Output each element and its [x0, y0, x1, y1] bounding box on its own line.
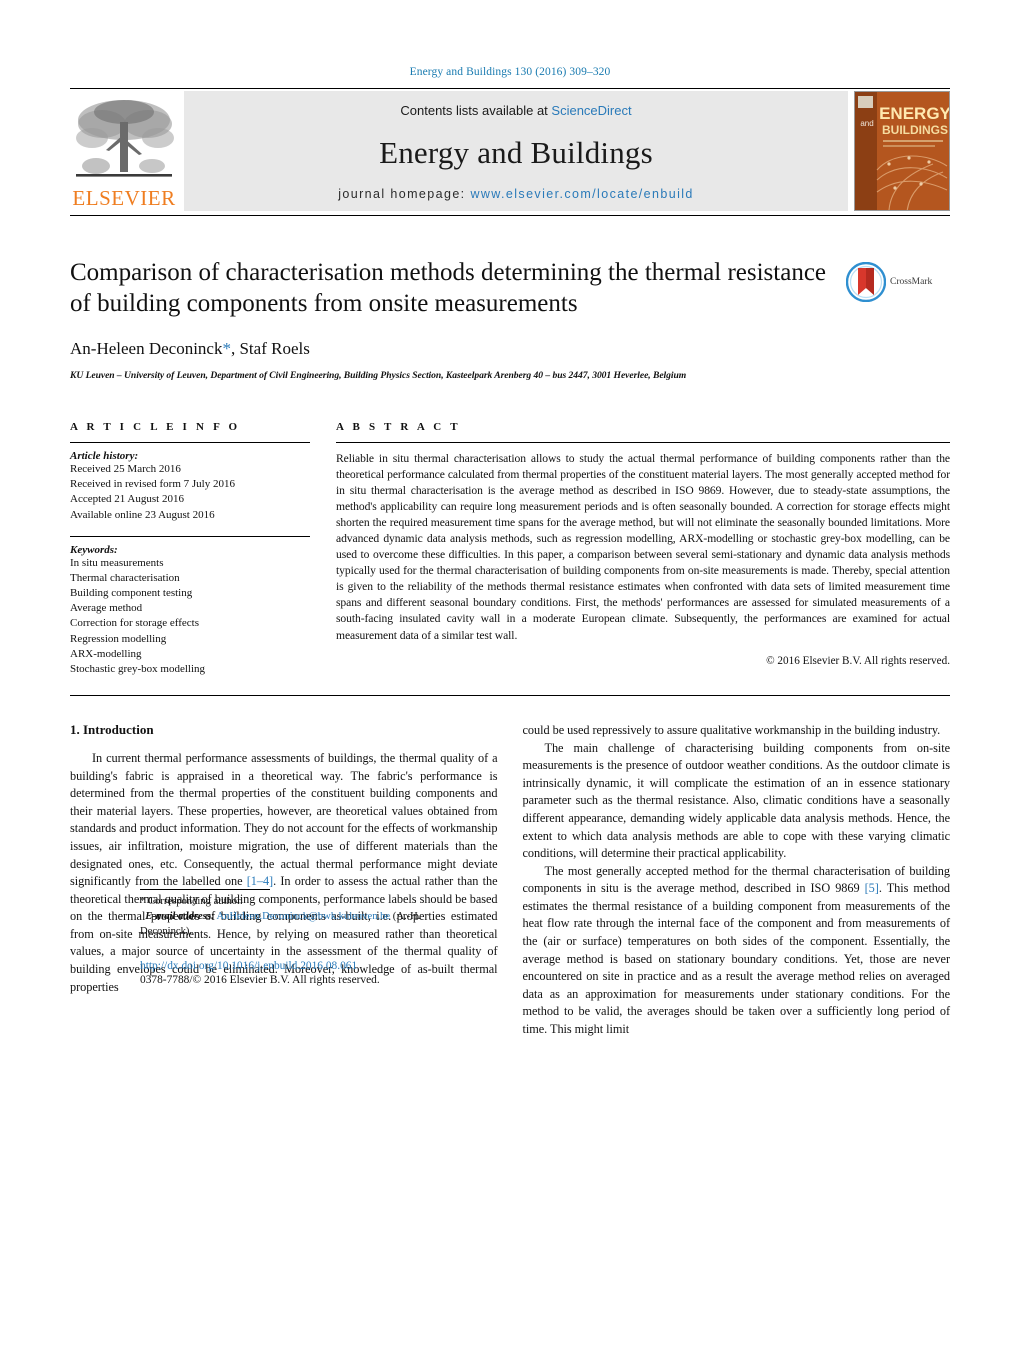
- page-title: Comparison of characterisation methods d…: [70, 259, 827, 317]
- page-footer-left: * Corresponding author. E-mail address: …: [140, 867, 428, 986]
- section-heading-introduction: 1. Introduction: [70, 722, 154, 738]
- keyword-item: Building component testing: [70, 587, 193, 600]
- article-info-column: A R T I C L E I N F O Article history: R…: [70, 421, 310, 677]
- journal-homepage-link[interactable]: www.elsevier.com/locate/enbuild: [470, 187, 693, 201]
- svg-text:ENERGY: ENERGY: [879, 104, 950, 123]
- elsevier-logo: ELSEVIER: [70, 91, 178, 211]
- keywords-rule: [70, 535, 310, 537]
- masthead-bottom-rule: [70, 215, 950, 216]
- affiliation: KU Leuven – University of Leuven, Depart…: [70, 370, 687, 381]
- article-history-item: Received in revised form 7 July 2016: [70, 478, 235, 491]
- doi-block: http://dx.doi.org/10.1016/j.enbuild.2016…: [140, 960, 428, 986]
- keyword-item: Stochastic grey-box modelling: [70, 662, 206, 675]
- corresponding-author-marker: *: [222, 339, 231, 358]
- abstract-heading: A B S T R A C T: [336, 421, 461, 433]
- crossmark-badge[interactable]: CrossMark: [846, 258, 950, 302]
- intro-paragraph-3: The most generally accepted method for t…: [523, 863, 951, 1039]
- article-history-item: Received 25 March 2016: [70, 463, 181, 475]
- article-history-item: Accepted 21 August 2016: [70, 493, 184, 506]
- info-abstract-section: A R T I C L E I N F O Article history: R…: [70, 421, 950, 677]
- crossmark-label: CrossMark: [890, 277, 933, 287]
- author-list: An-Heleen Deconinck*, Staf Roels: [70, 339, 830, 359]
- author-email-link[interactable]: AnHeleen.Deconinck@bwk.kuleuven.be: [217, 911, 391, 922]
- article-info-rule: [70, 442, 310, 443]
- footnote-star: *: [140, 895, 146, 907]
- abstract-bottom-rule: [70, 695, 950, 697]
- journal-cover-thumbnail: and ENERGY BUILDINGS: [854, 91, 950, 211]
- masthead-top-rule: [70, 88, 950, 89]
- keyword-item: ARX-modelling: [70, 647, 142, 660]
- doi-link[interactable]: http://dx.doi.org/10.1016/j.enbuild.2016…: [140, 960, 428, 972]
- crossmark-icon: [846, 262, 886, 302]
- contents-prefix: Contents lists available at: [400, 103, 552, 118]
- homepage-prefix: journal homepage:: [338, 187, 471, 201]
- keyword-item: Average method: [70, 602, 143, 615]
- keyword-item: In situ measurements: [70, 556, 164, 569]
- footnote-corresponding-author: * Corresponding author. E-mail address: …: [140, 895, 428, 939]
- masthead-center-panel: Contents lists available at ScienceDirec…: [184, 91, 848, 211]
- journal-homepage-line: journal homepage: www.elsevier.com/locat…: [338, 187, 694, 201]
- citation-link-5[interactable]: [5]: [865, 881, 879, 895]
- journal-title: Energy and Buildings: [379, 134, 653, 170]
- body-columns: 1. Introduction In current thermal perfo…: [70, 722, 950, 1038]
- email-label: E-mail address:: [145, 910, 215, 922]
- body-column-right: could be used repressively to assure qua…: [523, 722, 951, 1038]
- article-info-heading: A R T I C L E I N F O: [70, 421, 241, 433]
- intro-paragraph-2: The main challenge of characterising bui…: [522, 740, 951, 861]
- contents-available-line: Contents lists available at ScienceDirec…: [400, 103, 631, 118]
- abstract-text: Reliable in situ thermal characterisatio…: [336, 452, 950, 642]
- footnote-corresponding-label: Corresponding author.: [147, 895, 243, 907]
- title-text-column: Comparison of characterisation methods d…: [70, 258, 846, 381]
- running-head: Energy and Buildings 130 (2016) 309–320: [409, 66, 611, 78]
- title-block: Comparison of characterisation methods d…: [70, 258, 950, 381]
- abstract-column: A B S T R A C T Reliable in situ thermal…: [336, 421, 950, 677]
- keywords-label: Keywords:: [70, 543, 118, 556]
- issn-copyright-line: 0378-7788/© 2016 Elsevier B.V. All right…: [140, 974, 380, 987]
- keyword-item: Regression modelling: [70, 632, 167, 645]
- intro-para-3-part-b: . This method estimates the thermal resi…: [522, 881, 951, 1036]
- article-history-item: Available online 23 August 2016: [70, 508, 215, 521]
- body-column-left: 1. Introduction In current thermal perfo…: [70, 722, 498, 1038]
- author-primary: An-Heleen Deconinck: [70, 339, 223, 358]
- svg-text:BUILDINGS: BUILDINGS: [882, 123, 948, 137]
- author-secondary: , Staf Roels: [230, 339, 310, 358]
- sciencedirect-link[interactable]: ScienceDirect: [551, 103, 631, 118]
- article-history-label: Article history:: [70, 450, 139, 462]
- abstract-copyright: © 2016 Elsevier B.V. All rights reserved…: [766, 654, 950, 667]
- journal-masthead: ELSEVIER Contents lists available at Sci…: [70, 91, 950, 211]
- footnote-rule: [140, 888, 270, 890]
- elsevier-wordmark: ELSEVIER: [72, 186, 176, 210]
- journal-article-page: Energy and Buildings 130 (2016) 309–320: [0, 0, 1020, 1351]
- svg-text:and: and: [860, 119, 873, 128]
- keyword-item: Thermal characterisation: [70, 571, 180, 584]
- elsevier-tree-icon: [72, 94, 176, 188]
- keyword-item: Correction for storage effects: [70, 617, 199, 630]
- abstract-rule: [336, 442, 950, 443]
- intro-paragraph-1-continued: could be used repressively to assure qua…: [522, 723, 941, 738]
